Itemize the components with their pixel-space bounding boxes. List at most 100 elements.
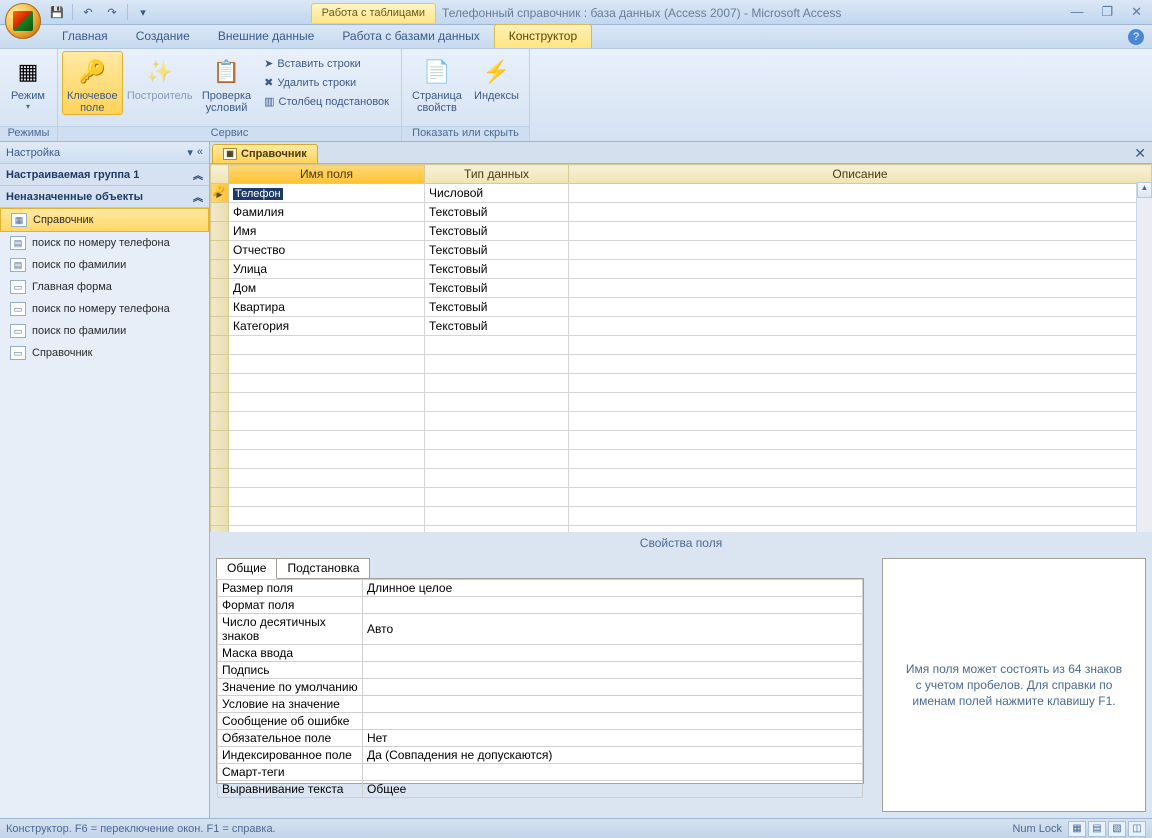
view-datasheet-button[interactable]: ▤ xyxy=(1088,821,1106,837)
close-button[interactable]: ✕ xyxy=(1127,4,1146,20)
property-value[interactable]: Общее xyxy=(363,781,863,798)
qat-dropdown-icon[interactable]: ▾ xyxy=(134,3,152,21)
primary-key-button[interactable]: 🔑 Ключевое поле xyxy=(62,51,123,115)
restore-button[interactable]: ❐ xyxy=(1097,4,1117,20)
nav-item[interactable]: ▭поиск по фамилии xyxy=(0,320,209,342)
field-name-cell[interactable] xyxy=(229,412,425,431)
props-tab-general[interactable]: Общие xyxy=(216,558,277,579)
description-cell[interactable] xyxy=(569,241,1152,260)
field-name-cell[interactable] xyxy=(229,469,425,488)
row-selector[interactable] xyxy=(211,298,229,317)
description-cell[interactable] xyxy=(569,355,1152,374)
field-name-cell[interactable]: Телефон xyxy=(229,184,425,203)
field-name-cell[interactable]: Дом xyxy=(229,279,425,298)
description-cell[interactable] xyxy=(569,393,1152,412)
property-value[interactable] xyxy=(363,679,863,696)
data-type-cell[interactable]: Текстовый xyxy=(425,260,569,279)
nav-pane-header[interactable]: Настройка ▾« xyxy=(0,142,209,164)
property-value[interactable] xyxy=(363,597,863,614)
data-type-cell[interactable] xyxy=(425,431,569,450)
description-cell[interactable] xyxy=(569,431,1152,450)
insert-rows-button[interactable]: ➤Вставить строки xyxy=(260,55,393,72)
field-name-cell[interactable]: Имя xyxy=(229,222,425,241)
delete-rows-button[interactable]: ✖Удалить строки xyxy=(260,74,393,91)
property-value[interactable] xyxy=(363,764,863,781)
nav-item[interactable]: ▤поиск по фамилии xyxy=(0,254,209,276)
row-selector[interactable] xyxy=(211,488,229,507)
field-name-cell[interactable] xyxy=(229,526,425,533)
data-type-cell[interactable] xyxy=(425,526,569,533)
data-type-cell[interactable] xyxy=(425,450,569,469)
property-value[interactable]: Длинное целое xyxy=(363,580,863,597)
nav-item[interactable]: ▤поиск по номеру телефона xyxy=(0,232,209,254)
row-selector[interactable] xyxy=(211,260,229,279)
row-selector[interactable] xyxy=(211,450,229,469)
office-button[interactable] xyxy=(5,3,41,39)
field-name-cell[interactable] xyxy=(229,450,425,469)
nav-item[interactable]: ▭Справочник xyxy=(0,342,209,364)
property-sheet-button[interactable]: 📄 Страница свойств xyxy=(406,51,468,115)
row-selector[interactable] xyxy=(211,507,229,526)
row-selector[interactable] xyxy=(211,412,229,431)
row-selector[interactable] xyxy=(211,336,229,355)
lookup-column-button[interactable]: ▥Столбец подстановок xyxy=(260,93,393,110)
row-selector[interactable] xyxy=(211,393,229,412)
view-mode-button[interactable]: ▦ Режим ▾ xyxy=(4,51,52,112)
data-type-cell[interactable]: Числовой xyxy=(425,184,569,203)
description-cell[interactable] xyxy=(569,412,1152,431)
close-document-button[interactable]: ✕ xyxy=(1134,145,1146,162)
data-type-cell[interactable]: Текстовый xyxy=(425,203,569,222)
description-cell[interactable] xyxy=(569,374,1152,393)
property-value[interactable] xyxy=(363,696,863,713)
tab-design[interactable]: Конструктор xyxy=(494,24,592,48)
data-type-cell[interactable] xyxy=(425,374,569,393)
data-type-cell[interactable] xyxy=(425,412,569,431)
indexes-button[interactable]: ⚡ Индексы xyxy=(468,51,525,103)
data-type-cell[interactable]: Текстовый xyxy=(425,222,569,241)
data-type-cell[interactable] xyxy=(425,469,569,488)
description-cell[interactable] xyxy=(569,488,1152,507)
props-tab-lookup[interactable]: Подстановка xyxy=(276,558,370,579)
data-type-cell[interactable]: Текстовый xyxy=(425,317,569,336)
minimize-button[interactable]: — xyxy=(1066,4,1087,20)
col-header-type[interactable]: Тип данных xyxy=(425,165,569,184)
data-type-cell[interactable] xyxy=(425,488,569,507)
field-name-cell[interactable]: Фамилия xyxy=(229,203,425,222)
redo-icon[interactable]: ↷ xyxy=(103,3,121,21)
row-selector[interactable] xyxy=(211,431,229,450)
tab-database-tools[interactable]: Работа с базами данных xyxy=(328,25,493,48)
field-name-cell[interactable] xyxy=(229,507,425,526)
description-cell[interactable] xyxy=(569,507,1152,526)
property-value[interactable]: Да (Совпадения не допускаются) xyxy=(363,747,863,764)
nav-item[interactable]: ▭поиск по номеру телефона xyxy=(0,298,209,320)
data-type-cell[interactable]: Текстовый xyxy=(425,279,569,298)
select-all-corner[interactable] xyxy=(211,165,229,184)
field-name-cell[interactable] xyxy=(229,431,425,450)
description-cell[interactable] xyxy=(569,203,1152,222)
col-header-name[interactable]: Имя поля xyxy=(229,165,425,184)
row-selector[interactable] xyxy=(211,241,229,260)
property-value[interactable] xyxy=(363,645,863,662)
nav-group-unassigned[interactable]: Неназначенные объекты︽ xyxy=(0,186,209,208)
nav-group-custom[interactable]: Настраиваемая группа 1︽ xyxy=(0,164,209,186)
description-cell[interactable] xyxy=(569,184,1152,203)
data-type-cell[interactable] xyxy=(425,336,569,355)
field-name-cell[interactable] xyxy=(229,488,425,507)
description-cell[interactable] xyxy=(569,279,1152,298)
field-name-cell[interactable] xyxy=(229,355,425,374)
field-name-cell[interactable]: Отчество xyxy=(229,241,425,260)
test-rules-button[interactable]: 📋 Проверка условий xyxy=(197,51,256,115)
tab-home[interactable]: Главная xyxy=(48,25,122,48)
data-type-cell[interactable]: Текстовый xyxy=(425,298,569,317)
description-cell[interactable] xyxy=(569,260,1152,279)
field-name-cell[interactable] xyxy=(229,336,425,355)
description-cell[interactable] xyxy=(569,336,1152,355)
row-selector[interactable] xyxy=(211,279,229,298)
row-selector[interactable] xyxy=(211,203,229,222)
row-selector[interactable] xyxy=(211,526,229,533)
data-type-cell[interactable] xyxy=(425,355,569,374)
nav-item[interactable]: ▦Справочник xyxy=(0,208,209,232)
description-cell[interactable] xyxy=(569,317,1152,336)
row-selector[interactable]: 🔑▶ xyxy=(211,184,229,203)
vertical-scrollbar[interactable]: ▲ xyxy=(1136,182,1152,532)
